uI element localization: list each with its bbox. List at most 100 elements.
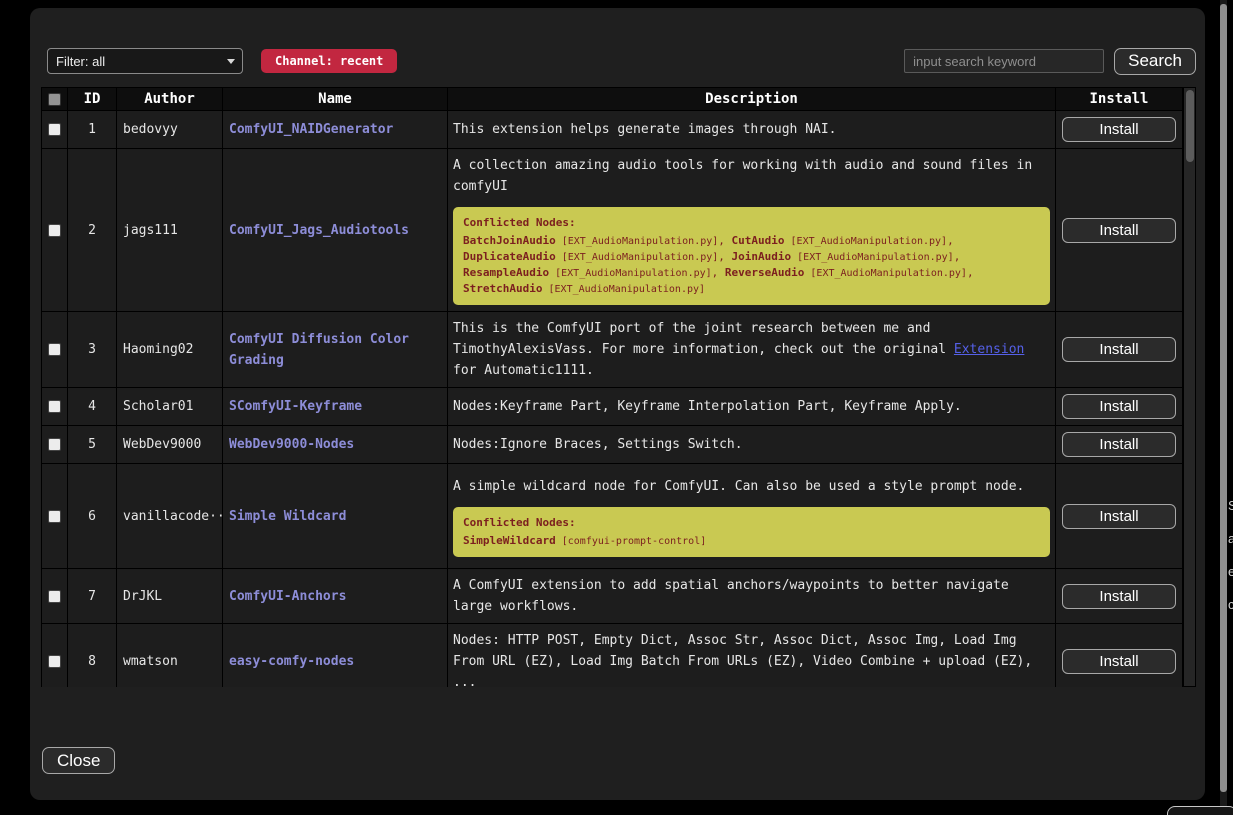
row-checkbox[interactable] xyxy=(48,655,61,668)
node-name-link[interactable]: ComfyUI_Jags_Audiotools xyxy=(229,220,409,241)
row-name-cell: Simple Wildcard xyxy=(223,464,447,568)
row-id: 3 xyxy=(68,312,116,387)
row-id: 4 xyxy=(68,388,116,425)
row-author: wmatson xyxy=(117,624,222,687)
row-checkbox-cell xyxy=(42,569,67,623)
row-checkbox-cell xyxy=(42,312,67,387)
background-button-partial xyxy=(1167,806,1233,815)
row-description-cell: Nodes: HTTP POST, Empty Dict, Assoc Str,… xyxy=(448,624,1055,687)
clipped-background-text: c xyxy=(1228,597,1233,612)
conflict-node-name: StretchAudio xyxy=(463,282,542,295)
filter-select[interactable]: Filter: all xyxy=(47,48,243,74)
row-name-cell: easy-comfy-nodes xyxy=(223,624,447,687)
install-button[interactable]: Install xyxy=(1062,584,1176,609)
clipped-background-text: a xyxy=(1228,531,1233,546)
row-author: DrJKL xyxy=(117,569,222,623)
search-button[interactable]: Search xyxy=(1114,48,1196,75)
install-button[interactable]: Install xyxy=(1062,649,1176,674)
close-button[interactable]: Close xyxy=(42,747,115,774)
row-name-cell: ComfyUI Diffusion Color Grading xyxy=(223,312,447,387)
page-scrollbar-thumb[interactable] xyxy=(1220,4,1227,792)
row-checkbox-cell xyxy=(42,149,67,311)
table-row: 7DrJKL ComfyUI-Anchors A ComfyUI extension… xyxy=(42,569,1182,623)
row-checkbox[interactable] xyxy=(48,438,61,451)
description-link[interactable]: Extension xyxy=(954,342,1024,357)
toolbar: Filter: all Channel: recent Search xyxy=(41,47,1196,75)
table-header: ID Author Name Description Install xyxy=(42,88,1182,110)
conflict-extension: [comfyui-prompt-control] xyxy=(556,536,707,547)
row-checkbox[interactable] xyxy=(48,343,61,356)
row-description: This extension helps generate images thr… xyxy=(453,119,1050,140)
install-button[interactable]: Install xyxy=(1062,432,1176,457)
channel-badge: Channel: recent xyxy=(261,49,397,73)
conflict-node-name: BatchJoinAudio xyxy=(463,234,556,247)
row-id: 8 xyxy=(68,624,116,687)
table-scrollbar[interactable] xyxy=(1183,87,1196,687)
row-checkbox-cell xyxy=(42,388,67,425)
row-checkbox[interactable] xyxy=(48,590,61,603)
node-name-link[interactable]: WebDev9000-Nodes xyxy=(229,434,354,455)
row-install-cell: Install xyxy=(1056,569,1182,623)
table-row: 3Haoming02ComfyUI Diffusion Color Gradin… xyxy=(42,312,1182,387)
row-author: Haoming02 xyxy=(117,312,222,387)
row-install-cell: Install xyxy=(1056,464,1182,568)
row-id: 5 xyxy=(68,426,116,463)
conflict-extension: [EXT_AudioManipulation.py] xyxy=(556,236,719,247)
row-checkbox[interactable] xyxy=(48,510,61,523)
row-description-cell: A collection amazing audio tools for wor… xyxy=(448,149,1055,311)
row-description-cell: Nodes:Ignore Braces, Settings Switch. xyxy=(448,426,1055,463)
row-install-cell: Install xyxy=(1056,624,1182,687)
conflict-extension: [EXT_AudioManipulation.py] xyxy=(791,252,954,263)
install-button[interactable]: Install xyxy=(1062,218,1176,243)
row-checkbox[interactable] xyxy=(48,400,61,413)
node-name-link[interactable]: SComfyUI-Keyframe xyxy=(229,396,362,417)
row-id: 2 xyxy=(68,149,116,311)
node-name-link[interactable]: easy-comfy-nodes xyxy=(229,651,354,672)
conflict-node-name: ResampleAudio xyxy=(463,266,549,279)
custom-nodes-dialog: Filter: all Channel: recent Search ID Au… xyxy=(30,8,1205,800)
install-button[interactable]: Install xyxy=(1062,394,1176,419)
table-scrollbar-thumb[interactable] xyxy=(1186,90,1194,162)
row-description: A ComfyUI extension to add spatial ancho… xyxy=(453,575,1050,617)
node-name-link[interactable]: ComfyUI Diffusion Color Grading xyxy=(229,329,441,371)
table-body: 1bedovyy ComfyUI_NAIDGenerator This extens… xyxy=(42,111,1182,687)
install-button[interactable]: Install xyxy=(1062,117,1176,142)
row-id: 1 xyxy=(68,111,116,148)
install-button[interactable]: Install xyxy=(1062,504,1176,529)
conflict-list: SimpleWildcard [comfyui-prompt-control] xyxy=(463,533,1040,549)
conflict-node-name: SimpleWildcard xyxy=(463,534,556,547)
conflicted-nodes-warning: Conflicted Nodes:SimpleWildcard [comfyui… xyxy=(453,507,1050,557)
node-name-link[interactable]: Simple Wildcard xyxy=(229,506,346,527)
conflict-extension: [EXT_AudioManipulation.py] xyxy=(785,236,948,247)
row-description: A collection amazing audio tools for wor… xyxy=(453,155,1050,197)
row-id: 7 xyxy=(68,569,116,623)
filter-select-wrap: Filter: all xyxy=(47,48,243,74)
search-input[interactable] xyxy=(904,49,1104,73)
custom-nodes-table: ID Author Name Description Install 1bedo… xyxy=(41,87,1196,687)
conflict-node-name: DuplicateAudio xyxy=(463,250,556,263)
select-all-checkbox[interactable] xyxy=(48,93,61,106)
table-row: 8wmatson easy-comfy-nodes Nodes: HTTP POST… xyxy=(42,624,1182,687)
row-checkbox[interactable] xyxy=(48,123,61,136)
row-checkbox[interactable] xyxy=(48,224,61,237)
conflict-title: Conflicted Nodes: xyxy=(463,215,1040,230)
conflicted-nodes-warning: Conflicted Nodes: BatchJoinAudio [EXT_Aud… xyxy=(453,207,1050,305)
row-author: WebDev9000 xyxy=(117,426,222,463)
row-description: A simple wildcard node for ComfyUI. Can … xyxy=(453,476,1050,497)
row-description: Nodes:Keyframe Part, Keyframe Interpolat… xyxy=(453,396,1050,417)
install-button[interactable]: Install xyxy=(1062,337,1176,362)
page-scrollbar[interactable] xyxy=(1220,0,1227,815)
row-name-cell: SComfyUI-Keyframe xyxy=(223,388,447,425)
row-description-cell: This is the ComfyUI port of the joint re… xyxy=(448,312,1055,387)
header-author: Author xyxy=(117,88,222,110)
node-name-link[interactable]: ComfyUI-Anchors xyxy=(229,586,346,607)
node-name-link[interactable]: ComfyUI_NAIDGenerator xyxy=(229,119,393,140)
row-description-cell: A simple wildcard node for ComfyUI. Can … xyxy=(448,464,1055,568)
row-checkbox-cell xyxy=(42,624,67,687)
table-row: 1bedovyy ComfyUI_NAIDGenerator This extens… xyxy=(42,111,1182,148)
row-install-cell: Install xyxy=(1056,111,1182,148)
row-author: bedovyy xyxy=(117,111,222,148)
conflict-extension: [EXT_AudioManipulation.py] xyxy=(549,268,712,279)
row-author: jags111 xyxy=(117,149,222,311)
row-install-cell: Install xyxy=(1056,388,1182,425)
